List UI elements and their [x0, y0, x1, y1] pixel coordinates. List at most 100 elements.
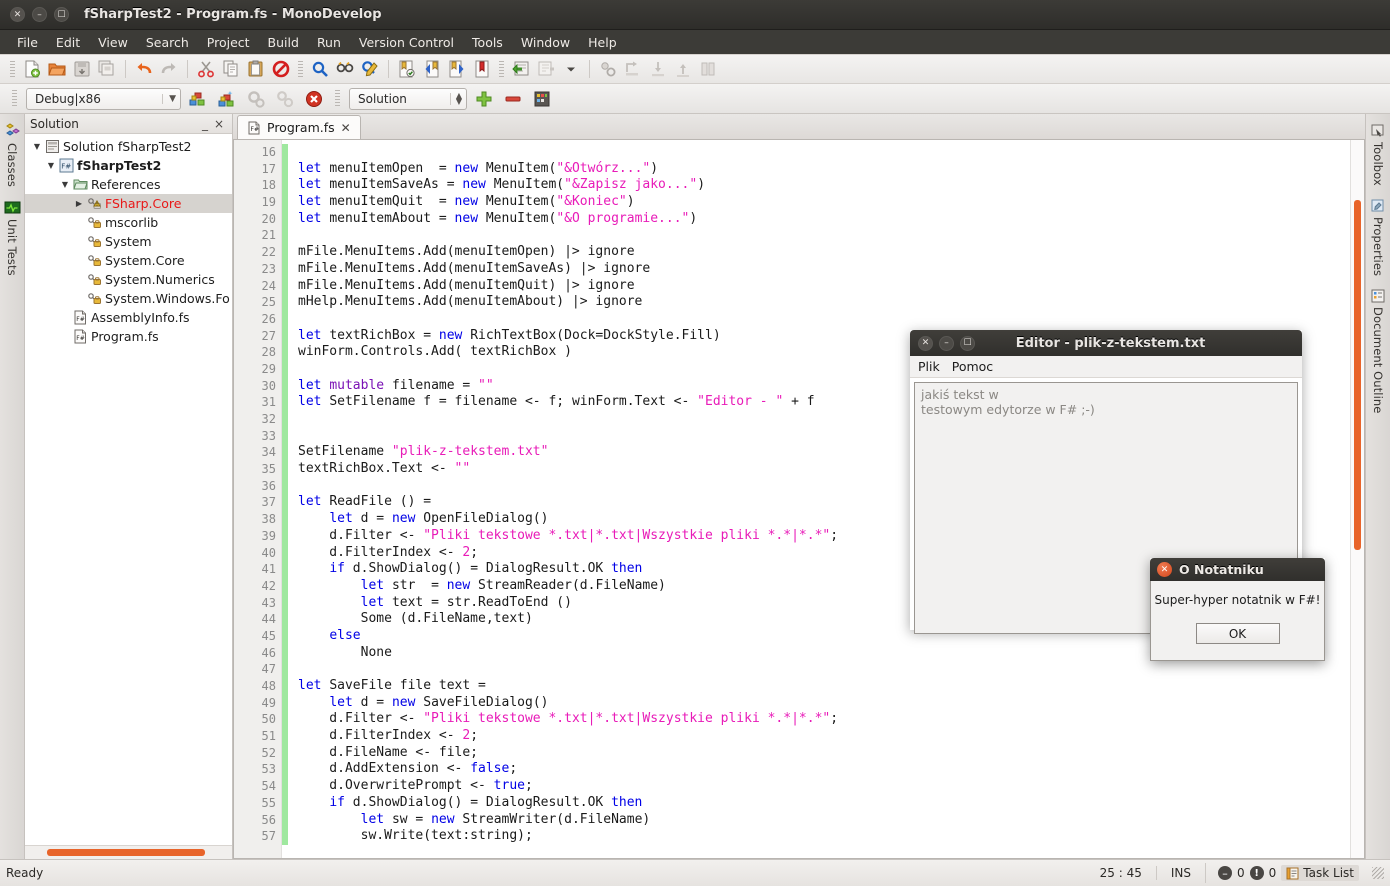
- dock-item-unit-tests[interactable]: Unit Tests: [4, 196, 21, 279]
- tree-node-label: AssemblyInfo.fs: [91, 310, 190, 325]
- search-icon[interactable]: [308, 57, 332, 81]
- dock-item-classes[interactable]: Classes: [4, 120, 21, 190]
- rebuild-icon[interactable]: [215, 87, 239, 111]
- tab-program-fs[interactable]: F# Program.fs ✕: [237, 115, 361, 139]
- paste-icon[interactable]: [244, 57, 268, 81]
- solution-pad-hscrollbar[interactable]: [25, 845, 232, 859]
- save-file-icon[interactable]: [70, 57, 94, 81]
- task-list-button[interactable]: Task List: [1281, 865, 1359, 881]
- save-all-icon[interactable]: [95, 57, 119, 81]
- tree-node[interactable]: ▼ F# fSharpTest2: [25, 156, 232, 175]
- remove-icon[interactable]: [501, 87, 525, 111]
- menu-search[interactable]: Search: [137, 32, 198, 53]
- menu-version-control[interactable]: Version Control: [350, 32, 463, 53]
- reference-icon: [85, 253, 103, 268]
- tree-node[interactable]: System.Numerics: [25, 270, 232, 289]
- code-token: SetFilename: [298, 444, 392, 460]
- code-line: mHelp.MenuItems.Add(menuItemAbout) |> ig…: [298, 294, 1350, 311]
- chevron-down-icon[interactable]: ▼: [31, 142, 43, 151]
- about-dialog-ok-button[interactable]: OK: [1195, 623, 1280, 644]
- about-dialog-close-button[interactable]: ✕: [1157, 562, 1172, 577]
- tree-node[interactable]: ▼ References: [25, 175, 232, 194]
- find-in-files-icon[interactable]: [333, 57, 357, 81]
- menu-tools[interactable]: Tools: [463, 32, 512, 53]
- code-token: let: [298, 177, 330, 193]
- menu-file[interactable]: File: [8, 32, 47, 53]
- menu-build[interactable]: Build: [259, 32, 308, 53]
- configuration-combo[interactable]: Debug|x86 ▼: [26, 87, 181, 110]
- resize-grip-icon[interactable]: [1372, 867, 1384, 879]
- tree-node[interactable]: mscorlib: [25, 213, 232, 232]
- code-token: d.OverwritePrompt <-: [298, 778, 494, 794]
- tree-node[interactable]: System: [25, 232, 232, 251]
- code-token: d.ShowDialog() = DialogResult.OK: [352, 794, 612, 810]
- window-minimize-button[interactable]: –: [32, 7, 47, 22]
- line-number: 42: [261, 578, 276, 593]
- open-file-icon[interactable]: [45, 57, 69, 81]
- scrollbar-thumb[interactable]: [47, 849, 205, 856]
- window-close-button[interactable]: ✕: [10, 7, 25, 22]
- comment-code-icon[interactable]: [509, 57, 533, 81]
- editor-window-minimize-button[interactable]: –: [939, 335, 954, 351]
- tree-node[interactable]: F# AssemblyInfo.fs: [25, 308, 232, 327]
- toolbar-grip[interactable]: [335, 90, 340, 107]
- dock-item-document-outline[interactable]: Document Outline: [1370, 285, 1386, 416]
- editor-vscrollbar[interactable]: [1350, 140, 1364, 858]
- close-icon[interactable]: ×: [211, 117, 227, 131]
- warning-count: 0: [1268, 866, 1277, 880]
- chevron-right-icon[interactable]: ▶: [73, 199, 85, 208]
- replace-icon[interactable]: [358, 57, 382, 81]
- cancel-icon[interactable]: [269, 57, 293, 81]
- bookmark-toggle-icon[interactable]: [395, 57, 419, 81]
- stop-icon[interactable]: [302, 87, 326, 111]
- dock-item-properties[interactable]: Properties: [1370, 195, 1386, 279]
- editor-menu-pomoc[interactable]: Pomoc: [952, 359, 993, 374]
- chevron-down-icon[interactable]: [559, 57, 583, 81]
- scrollbar-thumb[interactable]: [1354, 200, 1361, 550]
- dock-item-toolbox[interactable]: Toolbox: [1370, 120, 1386, 189]
- clear-bookmarks-icon[interactable]: [470, 57, 494, 81]
- properties-grid-icon[interactable]: [530, 87, 554, 111]
- tab-close-icon[interactable]: ✕: [341, 121, 351, 135]
- new-file-icon[interactable]: [20, 57, 44, 81]
- menu-view[interactable]: View: [89, 32, 137, 53]
- menu-help[interactable]: Help: [579, 32, 626, 53]
- editor-window-maximize-button[interactable]: ☐: [960, 335, 975, 351]
- add-icon[interactable]: [472, 87, 496, 111]
- about-dialog[interactable]: ✕ O Notatniku Super-hyper notatnik w F#!…: [1150, 558, 1325, 661]
- spinner-icon[interactable]: ▲ ▼: [449, 91, 462, 105]
- toolbar-grip[interactable]: [12, 90, 17, 107]
- scope-combo[interactable]: Solution ▲ ▼: [349, 87, 467, 110]
- previous-bookmark-icon[interactable]: [420, 57, 444, 81]
- chevron-down-icon[interactable]: ▼: [45, 161, 57, 170]
- undo-icon[interactable]: [132, 57, 156, 81]
- menu-run[interactable]: Run: [308, 32, 350, 53]
- classes-icon: [4, 123, 21, 140]
- next-bookmark-icon[interactable]: [445, 57, 469, 81]
- solution-tree[interactable]: ▼ Solution fSharpTest2 ▼ F# fSharpTest2 ▼ Refe…: [25, 134, 232, 845]
- code-token: menuItemQuit =: [329, 194, 455, 210]
- window-maximize-button[interactable]: ☐: [54, 7, 69, 22]
- menu-edit[interactable]: Edit: [47, 32, 89, 53]
- editor-menu-plik[interactable]: Plik: [918, 359, 940, 374]
- tree-node[interactable]: ▶ FSharp.Core: [25, 194, 232, 213]
- toolbar-grip[interactable]: [10, 60, 15, 78]
- build-icon[interactable]: [186, 87, 210, 111]
- editor-window-close-button[interactable]: ✕: [918, 335, 933, 351]
- toolbar-grip[interactable]: [298, 60, 303, 78]
- tree-node[interactable]: System.Windows.Fo: [25, 289, 232, 308]
- minimize-icon[interactable]: _: [199, 117, 211, 131]
- menu-window[interactable]: Window: [512, 32, 579, 53]
- menu-project[interactable]: Project: [198, 32, 259, 53]
- line-number: 37: [261, 495, 276, 510]
- cut-icon[interactable]: [194, 57, 218, 81]
- status-counters[interactable]: – 0 ! 0 Task List: [1205, 863, 1384, 883]
- chevron-down-icon[interactable]: ▼: [162, 93, 176, 104]
- tree-node[interactable]: F# Program.fs: [25, 327, 232, 346]
- toolbar-grip[interactable]: [499, 60, 504, 78]
- copy-icon[interactable]: [219, 57, 243, 81]
- tree-node[interactable]: ▼ Solution fSharpTest2: [25, 137, 232, 156]
- chevron-down-icon[interactable]: ▼: [59, 180, 71, 189]
- tree-node[interactable]: System.Core: [25, 251, 232, 270]
